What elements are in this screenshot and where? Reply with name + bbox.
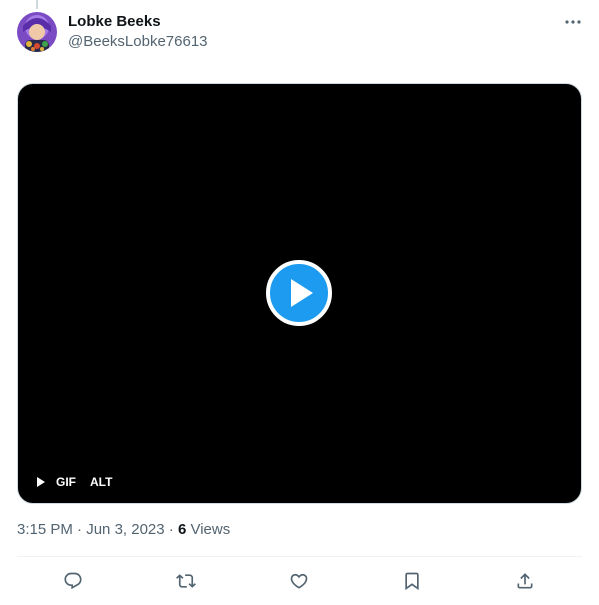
- share-button[interactable]: [512, 568, 538, 594]
- alt-badge[interactable]: ALT: [90, 474, 112, 490]
- retweet-icon: [176, 574, 196, 588]
- like-button[interactable]: [286, 568, 312, 594]
- gif-badge: GIF: [56, 475, 76, 489]
- more-options-button[interactable]: [561, 12, 585, 32]
- author-info: Lobke Beeks @BeeksLobke76613: [68, 12, 208, 52]
- avatar[interactable]: [17, 12, 57, 52]
- divider: [17, 556, 582, 557]
- tweet-date[interactable]: Jun 3, 2023: [86, 521, 164, 538]
- reply-icon: [64, 572, 82, 590]
- action-bar: [0, 568, 599, 594]
- more-horizontal-icon: [565, 20, 581, 24]
- tweet-time[interactable]: 3:15 PM: [17, 521, 73, 538]
- meta-separator: ·: [164, 521, 178, 538]
- author-handle[interactable]: @BeeksLobke76613: [68, 32, 208, 52]
- gif-play-icon: [37, 477, 45, 487]
- play-button[interactable]: [266, 260, 332, 326]
- bookmark-icon: [405, 572, 419, 591]
- reply-button[interactable]: [60, 568, 86, 594]
- like-icon: [290, 573, 308, 589]
- author-display-name[interactable]: Lobke Beeks: [68, 12, 208, 32]
- gif-media[interactable]: GIF ALT: [17, 83, 582, 504]
- bookmark-button[interactable]: [399, 568, 425, 594]
- share-icon: [517, 573, 533, 589]
- tweet-metadata: 3:15 PM · Jun 3, 2023 · 6 Views: [17, 520, 230, 540]
- views-label: Views: [186, 521, 231, 538]
- thread-connector-line: [36, 0, 38, 9]
- meta-separator: ·: [72, 521, 87, 538]
- media-badges: GIF ALT: [36, 474, 112, 490]
- play-icon: [291, 279, 313, 307]
- tweet: Lobke Beeks @BeeksLobke76613 GIF ALT 3:1…: [0, 0, 599, 605]
- retweet-button[interactable]: [173, 568, 199, 594]
